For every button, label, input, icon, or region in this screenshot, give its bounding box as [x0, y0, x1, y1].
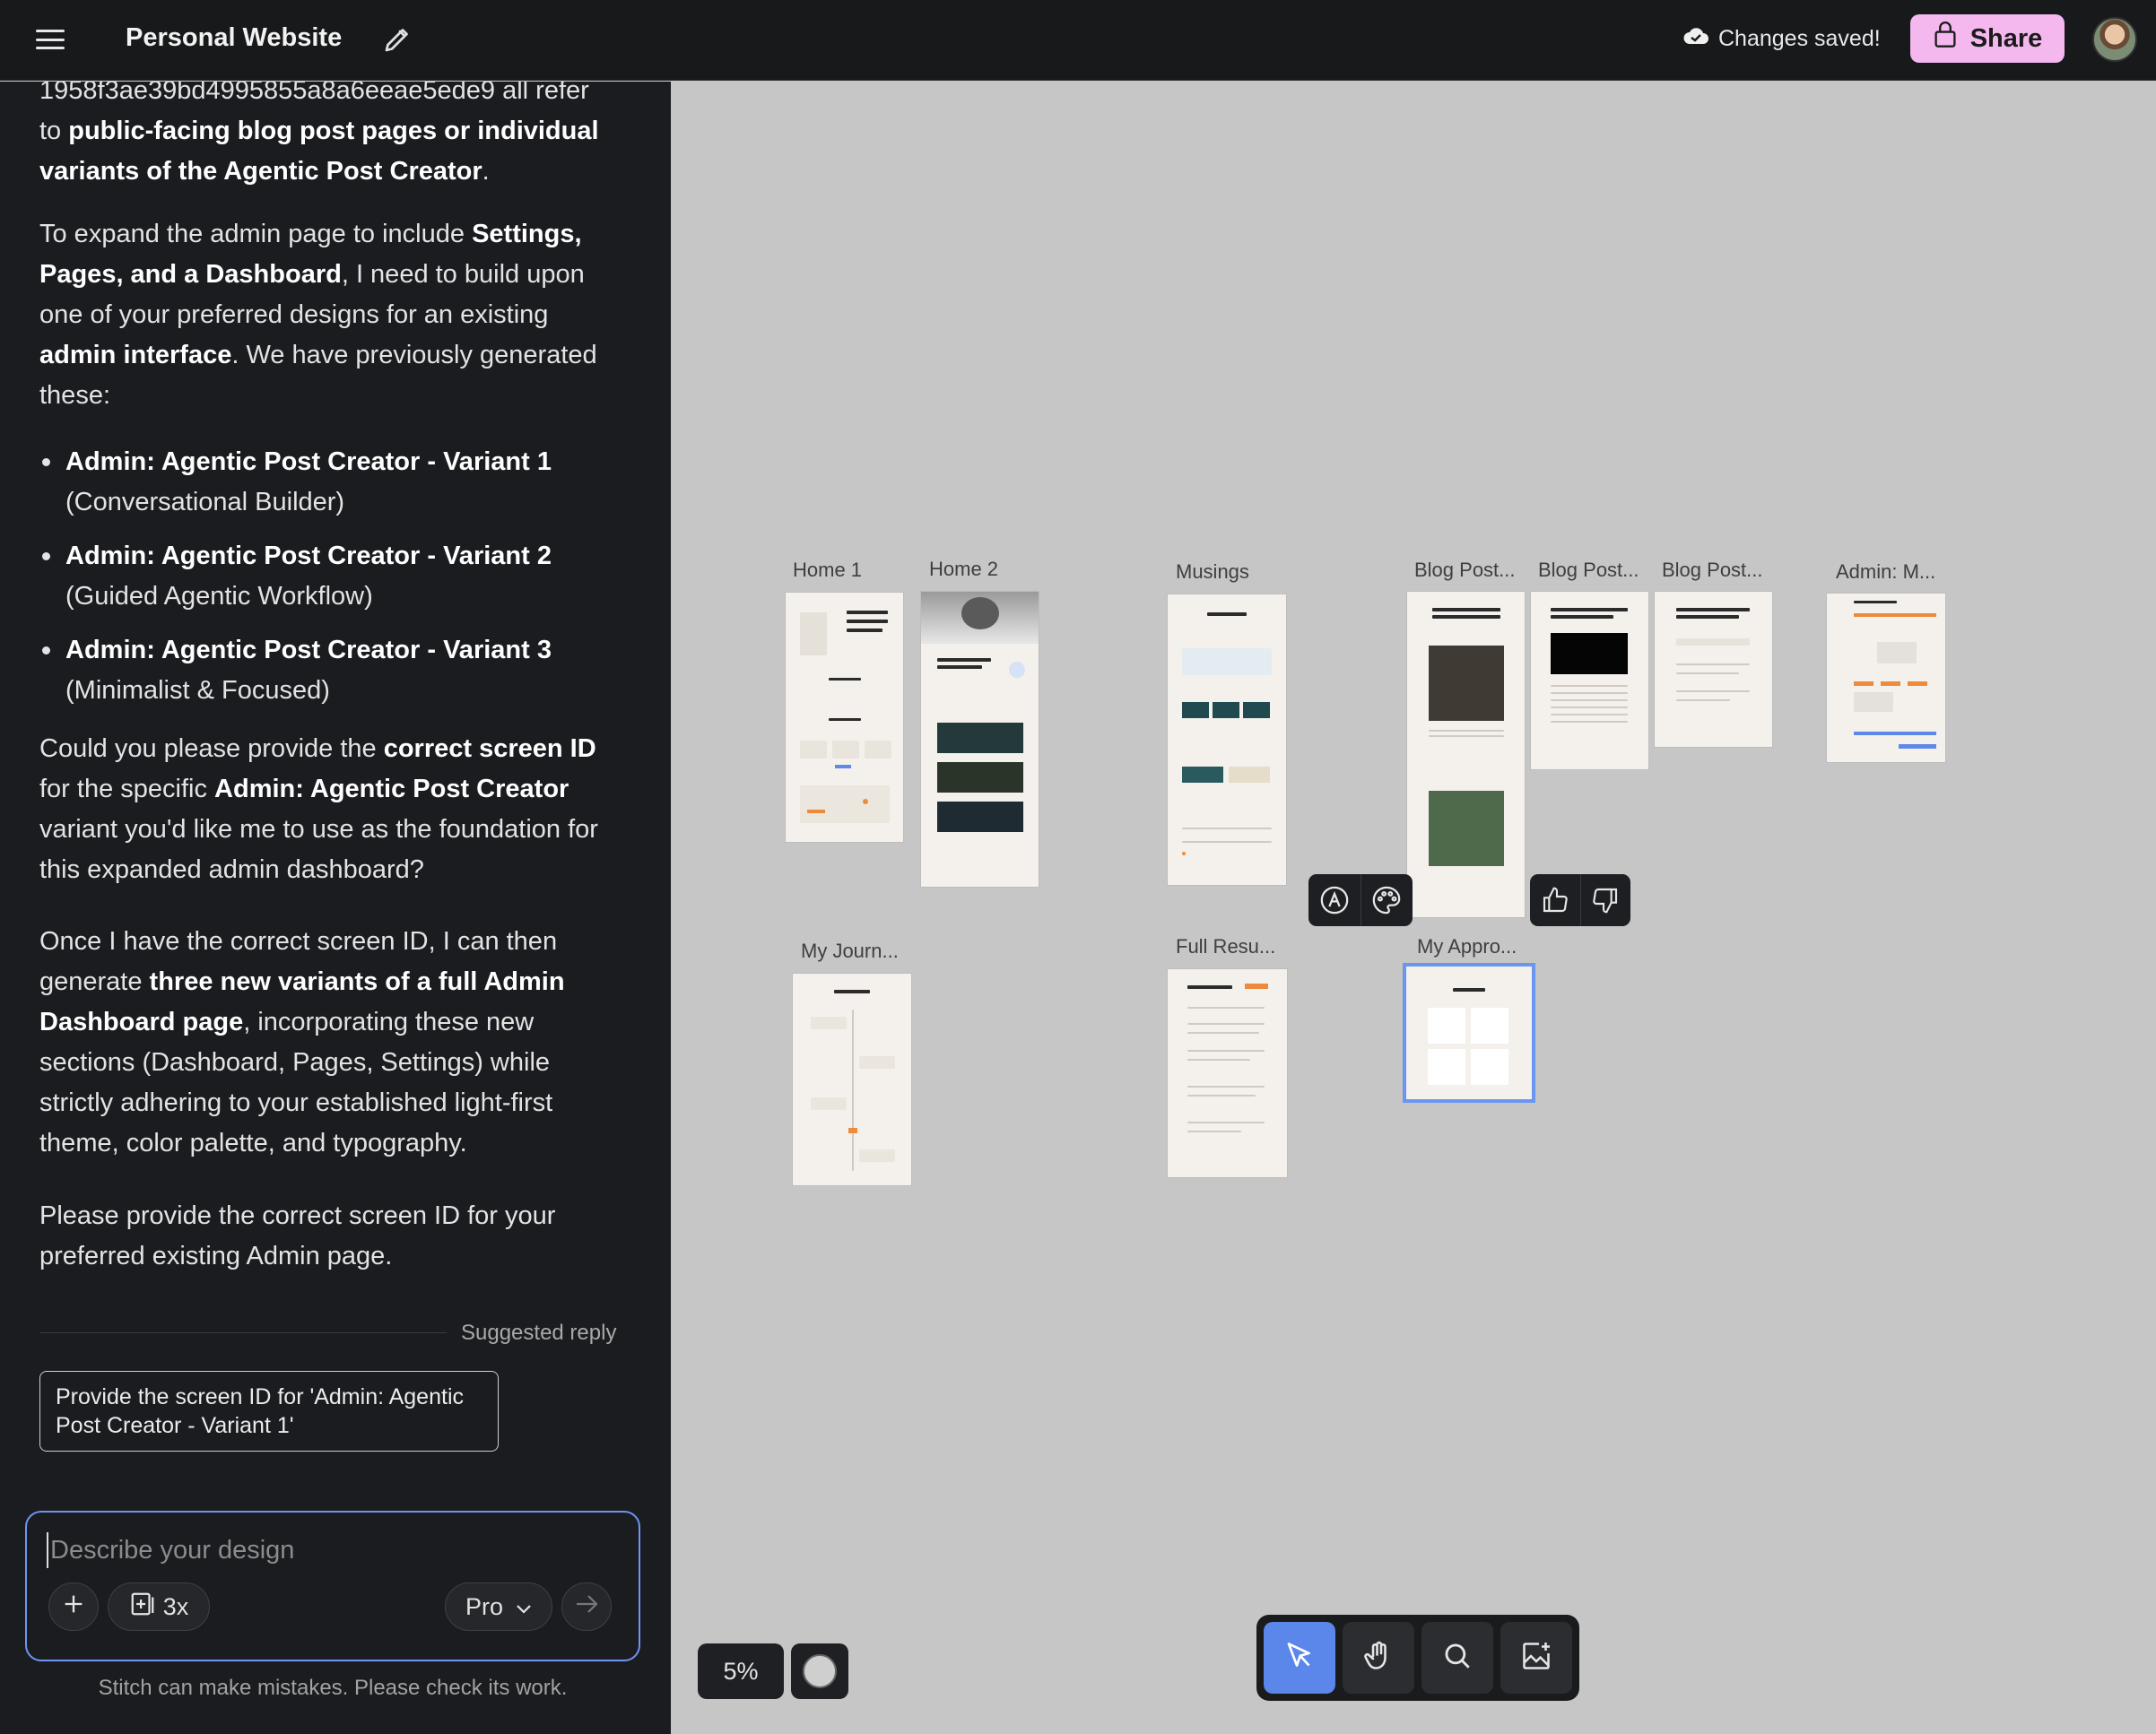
variant-desc: (Guided Agentic Workflow) — [65, 582, 373, 611]
list-item: Admin: Agentic Post Creator - Variant 3 (… — [39, 630, 622, 711]
theme-toggle[interactable] — [791, 1643, 848, 1699]
variant-title: Admin: Agentic Post Creator - Variant 2 — [65, 542, 552, 570]
frame-blog-post-2[interactable] — [1531, 592, 1648, 769]
chat-text: Could you please provide the — [39, 734, 384, 763]
send-button[interactable] — [561, 1582, 612, 1631]
list-item: Admin: Agentic Post Creator - Variant 1 (… — [39, 442, 622, 523]
share-button[interactable]: Share — [1910, 14, 2065, 63]
frame-full-resume[interactable] — [1168, 969, 1287, 1177]
frame-blog-post-1[interactable] — [1407, 592, 1525, 917]
frame-label: Home 2 — [929, 558, 999, 580]
frame-my-journey[interactable] — [793, 974, 911, 1185]
frame-admin-m[interactable] — [1827, 594, 1945, 762]
zoom-tool[interactable] — [1421, 1622, 1493, 1694]
frame-label: My Appro... — [1417, 935, 1517, 958]
plus-icon — [61, 1591, 86, 1623]
list-item: Admin: Agentic Post Creator - Variant 2 (… — [39, 536, 622, 617]
model-label: Pro — [465, 1592, 504, 1620]
add-frame-icon — [129, 1591, 156, 1624]
chat-message-paragraph: Once I have the correct screen ID, I can… — [39, 922, 622, 1164]
variant-count-label: 3x — [162, 1592, 189, 1620]
top-bar: Personal Website Changes saved! Share — [0, 0, 2156, 81]
divider — [39, 1332, 447, 1333]
chat-text: To expand the admin page to include — [39, 220, 473, 248]
frame-label: Blog Post... — [1538, 559, 1639, 581]
hand-icon — [1362, 1640, 1395, 1677]
variant-desc: (Conversational Builder) — [65, 488, 345, 516]
frame-home-1[interactable] — [786, 593, 903, 842]
model-select[interactable]: Pro — [445, 1582, 552, 1631]
cursor-icon — [1283, 1640, 1316, 1677]
canvas-toolbar — [1256, 1615, 1579, 1701]
variant-list: Admin: Agentic Post Creator - Variant 1 (… — [39, 442, 622, 724]
frame-label: Blog Post... — [1662, 559, 1763, 581]
cloud-check-icon — [1682, 24, 1709, 54]
feedback-toolbar — [1530, 874, 1630, 926]
chat-text: to public-facing blog post pages or indi… — [39, 111, 622, 192]
hamburger-icon[interactable] — [32, 24, 68, 55]
suggested-reply-chip[interactable]: Provide the screen ID for 'Admin: Agenti… — [39, 1371, 499, 1452]
frame-home-2[interactable] — [921, 592, 1039, 887]
chevron-down-icon — [516, 1593, 532, 1621]
thumbs-down-icon[interactable] — [1580, 874, 1630, 926]
chat-message-paragraph: To expand the admin page to include Sett… — [39, 214, 622, 416]
prompt-composer: 3x Pro — [25, 1511, 640, 1661]
add-image-tool[interactable] — [1500, 1622, 1572, 1694]
chat-text-bold: correct screen ID — [383, 734, 596, 763]
search-icon — [1442, 1641, 1473, 1676]
suggested-reply-label: Suggested reply — [461, 1321, 617, 1345]
chat-text: 1958f3ae39bd4995855a8a6eeae5ede9 all ref… — [39, 82, 589, 105]
annotate-icon[interactable] — [1308, 874, 1361, 926]
avatar[interactable] — [2092, 17, 2137, 62]
circle-icon — [803, 1654, 837, 1688]
chat-text: . — [482, 157, 490, 186]
save-status-text: Changes saved! — [1718, 26, 1881, 51]
thumbs-up-icon[interactable] — [1530, 874, 1580, 926]
disclaimer: Stitch can make mistakes. Please check i… — [98, 1676, 568, 1700]
variant-desc: (Minimalist & Focused) — [65, 676, 330, 705]
palette-icon[interactable] — [1361, 874, 1413, 926]
frame-label: Full Resu... — [1176, 935, 1276, 958]
chat-text: variant you'd like me to use as the foun… — [39, 815, 598, 884]
pan-tool[interactable] — [1343, 1622, 1414, 1694]
variant-count-button[interactable]: 3x — [108, 1582, 210, 1631]
add-button[interactable] — [48, 1582, 99, 1631]
frame-my-approach[interactable] — [1406, 967, 1532, 1099]
frame-action-toolbar — [1308, 874, 1413, 926]
frame-label: Blog Post... — [1414, 559, 1516, 581]
chat-panel: 1958f3ae39bd4995855a8a6eeae5ede9 all ref… — [0, 82, 671, 1734]
arrow-right-icon — [574, 1593, 599, 1621]
frame-label: Musings — [1176, 560, 1249, 583]
project-title: Personal Website — [126, 23, 343, 52]
chat-text-bold: public-facing blog post pages or individ… — [39, 117, 599, 186]
chat-message-paragraph: Please provide the correct screen ID for… — [39, 1201, 556, 1270]
add-image-icon — [1520, 1640, 1552, 1677]
frame-musings[interactable] — [1168, 594, 1286, 885]
chat-text: to — [39, 117, 69, 145]
chat-text-bold: Admin: Agentic Post Creator — [214, 775, 569, 803]
frame-label: Home 1 — [793, 559, 863, 581]
chat-message-paragraph: Could you please provide the correct scr… — [39, 729, 622, 890]
select-tool[interactable] — [1264, 1622, 1335, 1694]
frame-blog-post-3[interactable] — [1655, 592, 1772, 747]
frame-label: My Journ... — [801, 940, 899, 962]
variant-title: Admin: Agentic Post Creator - Variant 3 — [65, 636, 552, 664]
lock-icon — [1933, 22, 1958, 56]
save-status: Changes saved! — [1682, 24, 1881, 54]
share-label: Share — [1969, 23, 2043, 53]
frame-label: Admin: M... — [1836, 560, 1936, 583]
chat-text: for the specific — [39, 775, 215, 803]
chat-text-bold: admin interface — [39, 341, 232, 369]
pencil-icon[interactable] — [381, 23, 413, 56]
chat-message-partial: 1958f3ae39bd4995855a8a6eeae5ede9 all ref… — [39, 82, 622, 192]
prompt-input[interactable] — [47, 1532, 603, 1568]
zoom-level[interactable]: 5% — [698, 1643, 784, 1699]
variant-title: Admin: Agentic Post Creator - Variant 1 — [65, 447, 552, 476]
